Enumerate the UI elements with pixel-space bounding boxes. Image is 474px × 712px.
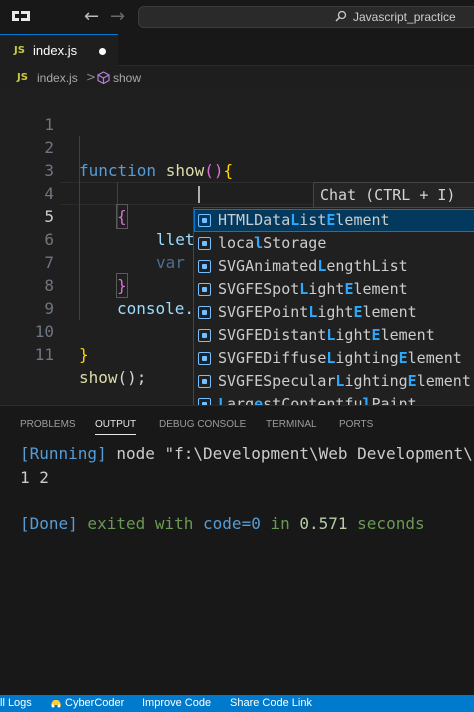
tab-terminal[interactable]: TERMINAL: [266, 419, 317, 430]
breadcrumb-file[interactable]: index.js: [37, 71, 78, 85]
suggestion-label: SVGFEDistantLightElement: [218, 326, 435, 344]
breadcrumb-separator: >: [86, 70, 97, 84]
suggestion-item[interactable]: SVGFEPointLightElement: [194, 301, 474, 324]
share-code-link-status-item[interactable]: Share Code Link: [230, 697, 312, 709]
back-arrow-icon[interactable]: ←: [84, 6, 99, 27]
suggestion-item[interactable]: localStorage: [194, 232, 474, 255]
search-icon: [335, 10, 347, 22]
variable-symbol-icon: [198, 237, 211, 250]
suggestion-label: localStorage: [218, 234, 327, 252]
status-bar: ll Logs CyberCoder Improve Code Share Co…: [0, 695, 474, 712]
variable-symbol-icon: [198, 352, 211, 365]
output-done-line: [Done] exited with code=0 in 0.571 secon…: [20, 514, 425, 533]
brace: }: [79, 345, 89, 364]
output-running-line: [Running] node "f:\Development\Web Devel…: [20, 444, 473, 463]
tab-index-js[interactable]: JS index.js: [0, 34, 118, 66]
running-tag: [Running]: [20, 444, 107, 463]
exit-code: code=0: [203, 514, 261, 533]
car-icon: [51, 700, 61, 708]
app-logo-icon: [12, 11, 30, 21]
tab-output[interactable]: OUTPUT: [95, 419, 136, 430]
forward-arrow-icon[interactable]: →: [110, 6, 125, 27]
suggestion-label: SVGFESpecularLightingElement: [218, 372, 471, 390]
code-line: 3: [0, 136, 474, 180]
output-result-line: 1 2: [20, 468, 49, 487]
elapsed-time: 0.571: [299, 514, 348, 533]
variable-symbol-icon: [198, 283, 211, 296]
tab-debug-console[interactable]: DEBUG CONSOLE: [159, 419, 246, 430]
tab-label: index.js: [33, 43, 78, 58]
search-text: Javascript_practice: [353, 10, 456, 24]
suggestion-label: SVGFEPointLightElement: [218, 303, 417, 321]
unsaved-dot-icon[interactable]: [99, 48, 106, 55]
done-tag: [Done]: [20, 514, 78, 533]
code-line: 4 {: [0, 159, 474, 229]
variable-symbol-icon: [198, 260, 211, 273]
variable-symbol-icon: [198, 214, 211, 227]
function-symbol-icon: [97, 71, 110, 84]
text-cursor: [198, 186, 200, 203]
function-call: show: [79, 368, 118, 387]
done-seconds: seconds: [347, 514, 425, 533]
command-center-search[interactable]: Javascript_practice: [138, 6, 474, 28]
javascript-file-icon: JS: [14, 45, 25, 56]
suggestion-label: SVGAnimatedLengthList: [218, 257, 408, 275]
autocomplete-suggestions[interactable]: HTMLDataListElement localStorage SVGAnimat…: [193, 207, 474, 417]
suggestion-item[interactable]: SVGFESpotLightElement: [194, 278, 474, 301]
bottom-panel: PROBLEMS OUTPUT DEBUG CONSOLE TERMINAL P…: [0, 405, 474, 695]
title-bar: ← → Javascript_practice: [0, 0, 474, 34]
suggestion-item[interactable]: HTMLDataListElement: [194, 209, 474, 232]
suggestion-item[interactable]: SVGFEDistantLightElement: [194, 324, 474, 347]
logs-status-item[interactable]: ll Logs: [0, 697, 32, 709]
user-status-item[interactable]: CyberCoder: [65, 697, 124, 709]
suggestion-item[interactable]: SVGAnimatedLengthList: [194, 255, 474, 278]
variable-symbol-icon: [198, 375, 211, 388]
tab-problems[interactable]: PROBLEMS: [20, 419, 76, 430]
done-in: in: [260, 514, 300, 533]
active-tab-indicator: [95, 434, 136, 435]
done-text: exited with: [77, 514, 204, 533]
editor-tab-bar: JS index.js: [0, 34, 474, 66]
suggestion-item[interactable]: SVGFESpecularLightingElement: [194, 370, 474, 393]
variable-symbol-icon: [198, 306, 211, 319]
running-command: node "f:\Development\Web Development\: [106, 444, 473, 463]
breadcrumb-symbol[interactable]: show: [113, 71, 141, 85]
breadcrumb: JS index.js > show: [0, 66, 474, 90]
tab-ports[interactable]: PORTS: [339, 419, 373, 430]
suggestion-item[interactable]: SVGFEDiffuseLightingElement: [194, 347, 474, 370]
improve-code-status-item[interactable]: Improve Code: [142, 697, 211, 709]
code-line: 2 function show(){: [0, 113, 474, 180]
javascript-file-icon: JS: [17, 72, 28, 83]
suggestion-label: SVGFESpotLightElement: [218, 280, 408, 298]
call-parens: ();: [117, 368, 147, 387]
chat-hint-tooltip[interactable]: Chat (CTRL + I): [313, 182, 474, 208]
suggestion-label: HTMLDataListElement: [218, 211, 390, 229]
variable-symbol-icon: [198, 329, 211, 342]
line-number: 11: [34, 345, 54, 364]
suggestion-label: SVGFEDiffuseLightingElement: [218, 349, 462, 367]
